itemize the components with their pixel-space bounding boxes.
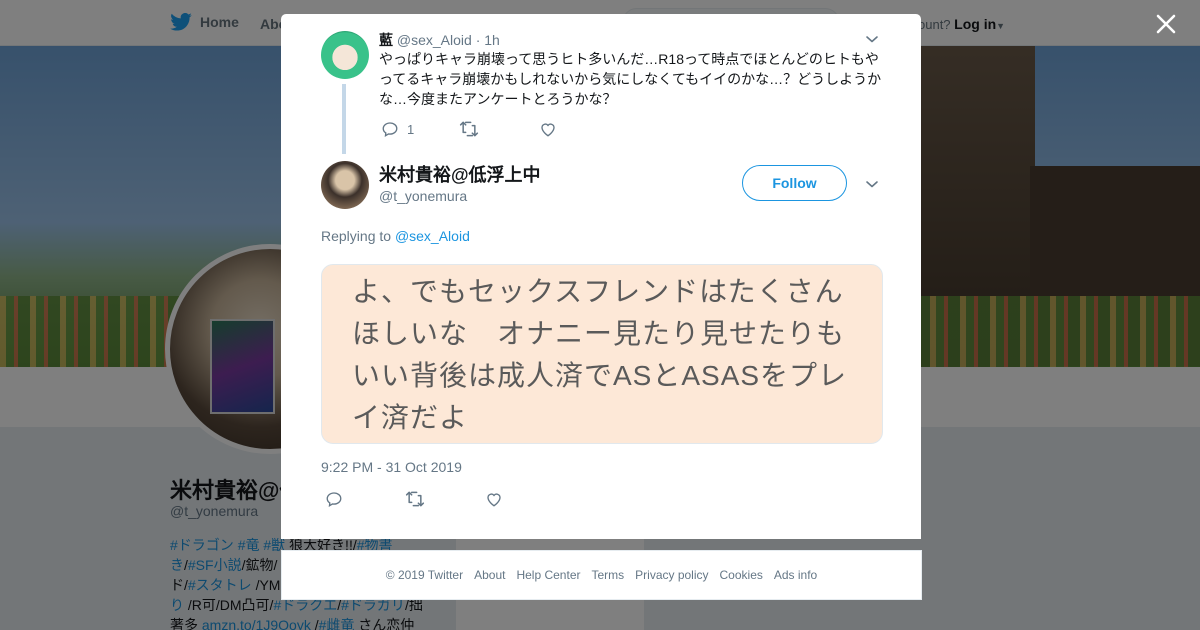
footer-copyright: © 2019 Twitter [385,568,464,582]
parent-tweet-avatar[interactable] [321,31,369,79]
modal-footer: © 2019 Twitter About Help Center Terms P… [281,550,922,600]
tweet-modal: 藍 @sex_Aloid · 1h やっぱりキャラ崩壊って思うヒト多いんだ…R1… [281,14,921,539]
retweet-icon [459,121,479,137]
footer-link-help-center[interactable]: Help Center [516,568,580,582]
replying-to: Replying to @sex_Aloid [321,228,470,244]
chevron-down-icon[interactable] [864,31,880,47]
reply-icon [382,122,398,138]
parent-tweet-handle[interactable]: @sex_Aloid [397,32,472,48]
parent-tweet-name[interactable]: 藍 [379,32,393,48]
media-image-text: よ、でもセックスフレンドはたくさんほしいな オナニー見たり見せたりもいい背後は成… [352,276,848,433]
parent-tweet-time[interactable]: 1h [484,32,500,48]
footer-link-ads-info[interactable]: Ads info [774,568,817,582]
replying-to-link[interactable]: @sex_Aloid [395,228,470,244]
parent-tweet-header: 藍 @sex_Aloid · 1h [379,30,500,50]
main-tweet-avatar[interactable] [321,161,369,209]
main-tweet-handle[interactable]: @t_yonemura [379,188,467,204]
parent-tweet-separator: · [475,32,481,48]
follow-button[interactable]: Follow [742,165,847,201]
like-button[interactable] [485,490,503,508]
tweet-media-image[interactable]: よ、でもセックスフレンドはたくさんほしいな オナニー見たり見せたりもいい背後は成… [321,264,883,444]
close-icon[interactable] [1152,10,1180,38]
footer-link-privacy[interactable]: Privacy policy [635,568,708,582]
retweet-button[interactable] [459,120,539,138]
retweet-button[interactable] [405,490,485,508]
parent-tweet-actions: 1 [381,120,557,138]
main-tweet-name[interactable]: 米村貴裕@低浮上中 [379,161,541,187]
footer-link-terms[interactable]: Terms [591,568,624,582]
thread-connector-line [342,84,346,154]
main-tweet-actions [325,490,503,508]
heart-icon [487,493,501,507]
retweet-icon [405,491,425,507]
replying-prefix: Replying to [321,228,392,244]
reply-count: 1 [407,121,415,137]
like-button[interactable] [539,120,557,138]
heart-icon [541,123,555,137]
reply-button[interactable] [325,490,405,508]
chevron-down-icon[interactable] [864,176,880,192]
footer-link-about[interactable]: About [474,568,505,582]
parent-tweet-text: やっぱりキャラ崩壊って思うヒト多いんだ…R18って時点でほとんどのヒトもやってる… [379,51,882,107]
footer-link-cookies[interactable]: Cookies [720,568,763,582]
reply-button[interactable]: 1 [381,120,459,138]
reply-icon [326,492,342,508]
tweet-timestamp[interactable]: 9:22 PM - 31 Oct 2019 [321,459,462,475]
